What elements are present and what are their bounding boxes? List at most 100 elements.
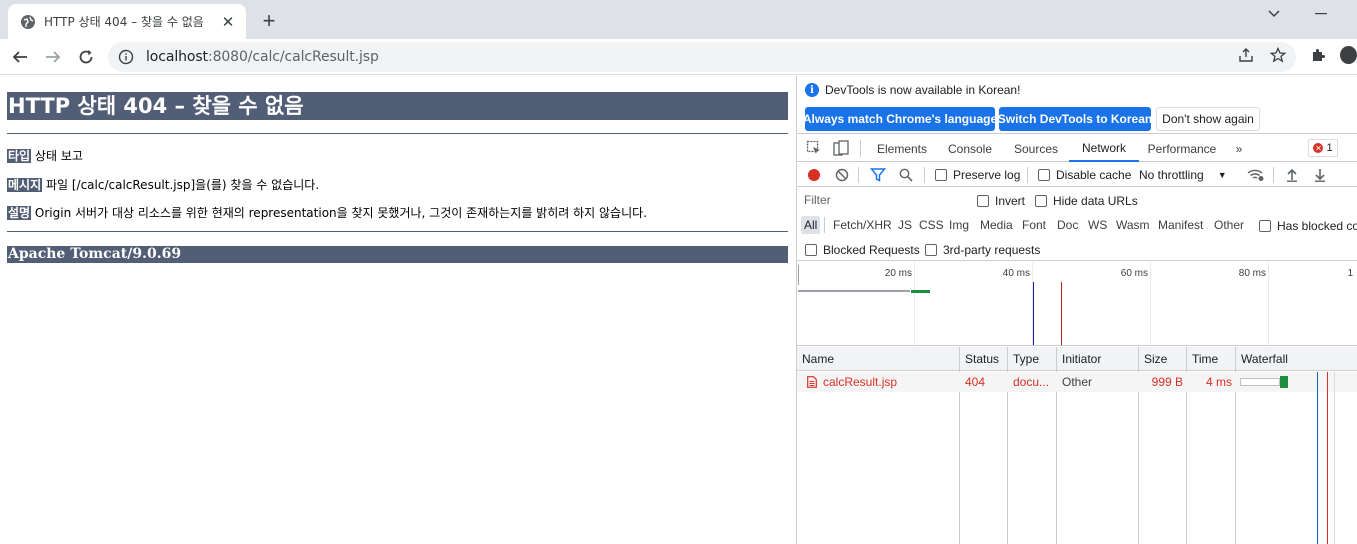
checkbox-box[interactable] <box>805 244 817 256</box>
third-party-checkbox[interactable]: 3rd-party requests <box>925 243 1040 257</box>
type-filter-ws[interactable]: WS <box>1085 216 1110 234</box>
address-bar[interactable]: localhost:8080/calc/calcResult.jsp <box>108 42 1296 72</box>
column-header-type[interactable]: Type <box>1008 347 1056 371</box>
type-filter-wasm[interactable]: Wasm <box>1113 216 1153 234</box>
type-filter-all[interactable]: All <box>801 216 821 234</box>
clear-icon[interactable] <box>833 166 851 184</box>
tab-elements[interactable]: Elements <box>870 135 934 162</box>
preserve-log-checkbox[interactable]: Preserve log <box>935 168 1020 182</box>
message-line: 메시지 파일 [/calc/calcResult.jsp]을(를) 찾을 수 없… <box>7 176 319 193</box>
dom-content-loaded-marker <box>1033 282 1034 345</box>
type-filter-css[interactable]: CSS <box>916 216 947 234</box>
close-tab-icon[interactable]: ✕ <box>220 14 236 31</box>
throttling-select[interactable]: No throttling ▼ <box>1139 168 1227 182</box>
infobar-message: i DevTools is now available in Korean! <box>805 83 1020 97</box>
reload-icon[interactable] <box>74 45 98 69</box>
checkbox-box[interactable] <box>925 244 937 256</box>
network-conditions-icon[interactable] <box>1247 166 1265 184</box>
match-language-button[interactable]: Always match Chrome's language <box>803 107 997 131</box>
import-har-icon[interactable] <box>1283 166 1301 184</box>
type-filter-doc[interactable]: Doc <box>1054 216 1081 234</box>
type-filter-manifest[interactable]: Manifest <box>1155 216 1206 234</box>
dropdown-arrow-icon: ▼ <box>1217 170 1227 180</box>
table-row[interactable]: calcResult.jsp 404 docu... Other 999 B 4… <box>797 372 1357 392</box>
resource-type-filters: All Fetch/XHR JS CSS Img Media Font Doc … <box>797 213 1357 237</box>
request-name: calcResult.jsp <box>823 375 898 389</box>
load-event-marker <box>1061 282 1062 345</box>
bookmark-star-icon[interactable] <box>1268 45 1288 65</box>
checkbox-box[interactable] <box>977 195 989 207</box>
export-har-icon[interactable] <box>1311 166 1329 184</box>
inspect-element-icon[interactable] <box>805 139 823 157</box>
column-header-status[interactable]: Status <box>960 347 1007 371</box>
url-path: :8080/calc/calcResult.jsp <box>207 49 379 65</box>
record-icon[interactable] <box>805 166 823 184</box>
site-info-icon[interactable] <box>118 49 134 65</box>
divider <box>7 133 788 134</box>
network-overview-timeline[interactable]: 20 ms 40 ms 60 ms 80 ms 1 <box>797 262 1357 346</box>
timeline-waiting-bar <box>798 290 910 292</box>
disable-cache-checkbox[interactable]: Disable cache <box>1038 168 1131 182</box>
timeline-tick-label: 40 ms <box>1002 268 1030 279</box>
invert-checkbox[interactable]: Invert <box>977 194 1025 208</box>
message-value: 파일 [/calc/calcResult.jsp]을(를) 찾을 수 없습니다. <box>45 178 320 192</box>
document-icon <box>807 376 817 388</box>
tab-network[interactable]: Network <box>1069 135 1139 162</box>
search-icon[interactable] <box>897 166 915 184</box>
new-tab-button[interactable]: + <box>258 10 280 32</box>
timeline-tick-label: 80 ms <box>1238 268 1266 279</box>
tab-sources[interactable]: Sources <box>1007 135 1065 162</box>
request-initiator: Other <box>1062 375 1093 389</box>
checkbox-box[interactable] <box>1259 220 1271 232</box>
waterfall-dom-content-loaded-line <box>1317 372 1318 544</box>
back-arrow-icon[interactable] <box>8 45 32 69</box>
dont-show-again-button[interactable]: Don't show again <box>1156 107 1260 131</box>
invert-label: Invert <box>995 194 1026 208</box>
tab-performance[interactable]: Performance <box>1144 135 1220 162</box>
checkbox-box[interactable] <box>1038 169 1050 181</box>
filter-input[interactable]: Filter <box>801 191 964 210</box>
share-icon[interactable] <box>1236 45 1256 65</box>
type-filter-other[interactable]: Other <box>1211 216 1247 234</box>
checkbox-box[interactable] <box>1035 195 1047 207</box>
separator <box>924 167 925 183</box>
server-footer: Apache Tomcat/9.0.69 <box>7 246 788 263</box>
url-text[interactable]: localhost:8080/calc/calcResult.jsp <box>146 49 379 65</box>
type-filter-media[interactable]: Media <box>977 216 1016 234</box>
forward-arrow-icon[interactable] <box>41 45 65 69</box>
type-label: 타입 <box>7 149 32 163</box>
tab-search-chevron-icon[interactable] <box>1263 6 1285 22</box>
type-filter-font[interactable]: Font <box>1019 216 1049 234</box>
page-content: HTTP 상태 404 – 찾을 수 없음 타입 상태 보고 메시지 파일 [/… <box>0 76 796 544</box>
waterfall-gridline <box>1334 372 1335 544</box>
profile-avatar[interactable] <box>1340 45 1357 65</box>
type-filter-img[interactable]: Img <box>946 216 972 234</box>
blocked-requests-checkbox[interactable]: Blocked Requests <box>805 243 920 257</box>
column-header-initiator[interactable]: Initiator <box>1057 347 1138 371</box>
divider <box>7 231 788 232</box>
checkbox-box[interactable] <box>935 169 947 181</box>
timeline-gridline <box>1268 262 1269 345</box>
type-filter-js[interactable]: JS <box>895 216 915 234</box>
switch-korean-button[interactable]: Switch DevTools to Korean <box>998 107 1152 131</box>
browser-tab[interactable]: HTTP 상태 404 – 찾을 수 없음 ✕ <box>8 4 246 39</box>
request-time: 4 ms <box>1205 375 1232 389</box>
filter-funnel-icon[interactable] <box>869 166 887 184</box>
hide-data-urls-checkbox[interactable]: Hide data URLs <box>1035 194 1138 208</box>
error-count-badge[interactable]: ✕ 1 <box>1308 139 1338 157</box>
column-header-waterfall[interactable]: Waterfall <box>1236 347 1357 371</box>
request-size: 999 B <box>1151 375 1183 389</box>
extensions-puzzle-icon[interactable] <box>1308 45 1328 65</box>
waterfall-waiting-bar <box>1240 378 1280 386</box>
column-header-size[interactable]: Size <box>1139 347 1187 371</box>
more-tabs-icon[interactable]: » <box>1231 135 1247 162</box>
timeline-tick-label: 60 ms <box>1120 268 1148 279</box>
has-blocked-cookies-checkbox[interactable]: Has blocked co <box>1259 219 1357 233</box>
device-toolbar-icon[interactable] <box>832 139 850 157</box>
minimize-icon[interactable] <box>1310 6 1332 22</box>
tab-console[interactable]: Console <box>941 135 999 162</box>
column-header-name[interactable]: Name <box>797 347 959 371</box>
throttling-value: No throttling <box>1139 168 1204 182</box>
type-filter-fetch-xhr[interactable]: Fetch/XHR <box>830 216 895 234</box>
column-header-time[interactable]: Time <box>1187 347 1235 371</box>
